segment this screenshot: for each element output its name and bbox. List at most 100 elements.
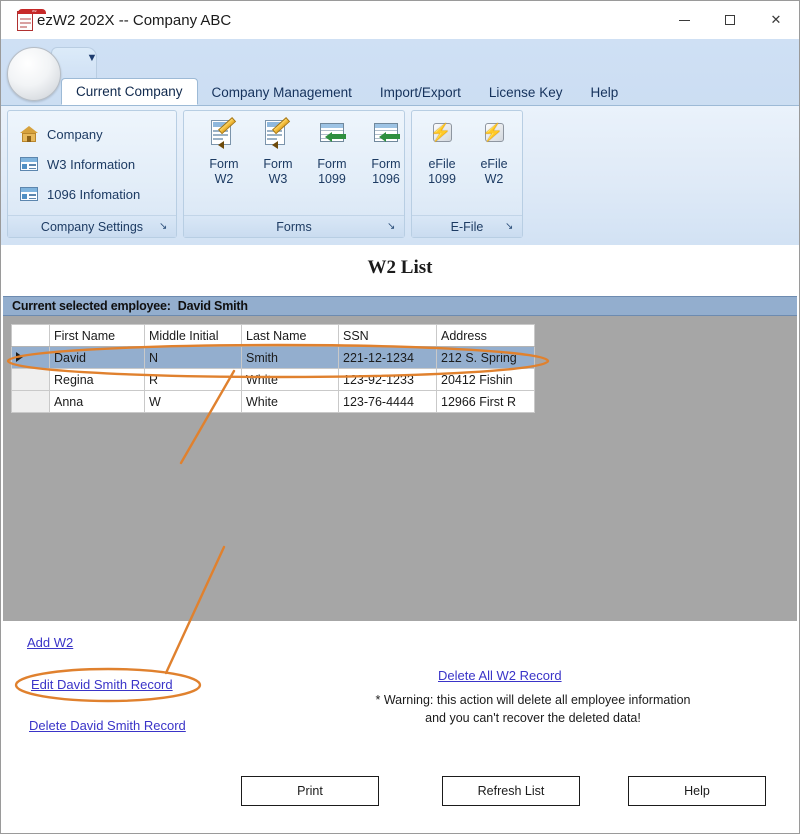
ribbon-command-form-w3[interactable]: Form W3 (252, 119, 304, 187)
cell-first-name[interactable]: Regina (50, 369, 145, 391)
w2-document-icon: W2 (17, 9, 35, 31)
cell-middle-initial[interactable]: W (145, 391, 242, 413)
table-header-row: First Name Middle Initial Last Name SSN … (12, 325, 535, 347)
minimize-button[interactable] (661, 1, 707, 39)
tab-license-key[interactable]: License Key (475, 79, 577, 105)
efile-disk-icon: ⚡ (427, 119, 457, 149)
table-row[interactable]: Regina R White 123-92-1233 20412 Fishin (12, 369, 535, 391)
ribbon-command-form-1099[interactable]: Form 1099 (306, 119, 358, 187)
table-row[interactable]: Anna W White 123-76-4444 12966 First R (12, 391, 535, 413)
ribbon-command-company[interactable]: Company (20, 125, 103, 143)
cell-address[interactable]: 20412 Fishin (437, 369, 535, 391)
application-window: W2 ezW2 202X -- Company ABC ✕ ▼ Current … (0, 0, 800, 834)
warning-line-1: * Warning: this action will delete all e… (353, 691, 713, 709)
dialog-launcher-icon[interactable]: ↘ (387, 221, 399, 233)
ribbon-command-label: 1096 Infomation (47, 187, 140, 202)
tab-import-export[interactable]: Import/Export (366, 79, 475, 105)
tab-company-management[interactable]: Company Management (198, 79, 366, 105)
cell-address[interactable]: 212 S. Spring (437, 347, 535, 369)
home-icon (20, 125, 38, 143)
ribbon-command-label: Form 1099 (317, 157, 346, 187)
selected-employee-prefix: Current selected employee: (12, 299, 171, 313)
form-edit-icon (263, 119, 293, 149)
ribbon-command-label: Form W3 (263, 157, 292, 187)
ribbon-body: Company W3 Information 1096 Infomation C… (1, 105, 799, 245)
edit-record-link[interactable]: Edit David Smith Record (31, 677, 173, 692)
ribbon-command-label: Form 1096 (371, 157, 400, 187)
ribbon-command-efile-w2[interactable]: ⚡ eFile W2 (468, 119, 520, 187)
cell-last-name[interactable]: White (242, 369, 339, 391)
cell-first-name[interactable]: Anna (50, 391, 145, 413)
delete-record-link[interactable]: Delete David Smith Record (29, 718, 186, 733)
ribbon-group-title-text: Company Settings (41, 220, 143, 234)
ribbon-command-efile-1099[interactable]: ⚡ eFile 1099 (416, 119, 468, 187)
form-edit-icon (209, 119, 239, 149)
warning-line-2: and you can't recover the deleted data! (353, 709, 713, 727)
card-icon (20, 155, 38, 173)
ribbon-group-title-text: E-File (451, 220, 484, 234)
form-import-icon (371, 119, 401, 149)
tab-help[interactable]: Help (576, 79, 632, 105)
column-header-middle-initial[interactable]: Middle Initial (145, 325, 242, 347)
row-selector-cell[interactable] (12, 347, 50, 369)
row-marker-icon (16, 352, 23, 362)
cell-ssn[interactable]: 123-92-1233 (339, 369, 437, 391)
help-button[interactable]: Help (628, 776, 766, 806)
cell-ssn[interactable]: 221-12-1234 (339, 347, 437, 369)
ribbon-command-label: Company (47, 127, 103, 142)
cell-address[interactable]: 12966 First R (437, 391, 535, 413)
row-selector-cell[interactable] (12, 369, 50, 391)
delete-all-records-link[interactable]: Delete All W2 Record (438, 668, 562, 683)
ribbon: ▼ Current Company Company Management Imp… (1, 39, 799, 245)
selected-employee-name: David Smith (178, 299, 248, 313)
office-orb-button[interactable] (7, 47, 61, 101)
column-header-ssn[interactable]: SSN (339, 325, 437, 347)
row-selector-header (12, 325, 50, 347)
ribbon-group-title: Company Settings ↘ (8, 215, 176, 237)
row-selector-cell[interactable] (12, 391, 50, 413)
window-controls: ✕ (661, 1, 799, 39)
actions-section: Add W2 Edit David Smith Record Delete Da… (1, 621, 799, 833)
close-icon[interactable]: ✕ (753, 1, 799, 39)
print-button[interactable]: Print (241, 776, 379, 806)
ribbon-command-w3-information[interactable]: W3 Information (20, 155, 135, 173)
grid-area: First Name Middle Initial Last Name SSN … (3, 316, 797, 621)
refresh-list-button[interactable]: Refresh List (442, 776, 580, 806)
cell-last-name[interactable]: Smith (242, 347, 339, 369)
ribbon-command-form-1096[interactable]: Form 1096 (360, 119, 412, 187)
add-w2-link[interactable]: Add W2 (27, 635, 73, 650)
column-header-address[interactable]: Address (437, 325, 535, 347)
chevron-down-icon[interactable]: ▼ (85, 53, 99, 67)
ribbon-command-label: Form W2 (209, 157, 238, 187)
form-import-icon (317, 119, 347, 149)
w2-list-table[interactable]: First Name Middle Initial Last Name SSN … (11, 324, 535, 413)
ribbon-group-title: E-File ↘ (412, 215, 522, 237)
ribbon-command-label: eFile W2 (480, 157, 507, 187)
card-icon (20, 185, 38, 203)
ribbon-command-form-w2[interactable]: Form W2 (198, 119, 250, 187)
cell-middle-initial[interactable]: R (145, 369, 242, 391)
title-bar: W2 ezW2 202X -- Company ABC ✕ (1, 1, 799, 39)
cell-last-name[interactable]: White (242, 391, 339, 413)
ribbon-command-label: eFile 1099 (428, 157, 456, 187)
ribbon-tabstrip: Current Company Company Management Impor… (61, 77, 632, 105)
cell-middle-initial[interactable]: N (145, 347, 242, 369)
w2-list-page: W2 List Current selected employee: David… (1, 245, 799, 833)
cell-first-name[interactable]: David (50, 347, 145, 369)
tab-current-company[interactable]: Current Company (61, 78, 198, 105)
window-title: ezW2 202X -- Company ABC (37, 12, 231, 29)
cell-ssn[interactable]: 123-76-4444 (339, 391, 437, 413)
dialog-launcher-icon[interactable]: ↘ (159, 221, 171, 233)
ribbon-group-forms: Form W2 Form W3 Form 1099 (183, 110, 405, 238)
footer-button-row: Print Refresh List Help (1, 776, 799, 816)
page-title: W2 List (1, 257, 799, 279)
column-header-first-name[interactable]: First Name (50, 325, 145, 347)
ribbon-command-1096-information[interactable]: 1096 Infomation (20, 185, 140, 203)
delete-warning-text: * Warning: this action will delete all e… (353, 691, 713, 727)
dialog-launcher-icon[interactable]: ↘ (505, 221, 517, 233)
maximize-button[interactable] (707, 1, 753, 39)
table-row[interactable]: David N Smith 221-12-1234 212 S. Spring (12, 347, 535, 369)
column-header-last-name[interactable]: Last Name (242, 325, 339, 347)
ribbon-group-company-settings: Company W3 Information 1096 Infomation C… (7, 110, 177, 238)
ribbon-group-title-text: Forms (276, 220, 311, 234)
